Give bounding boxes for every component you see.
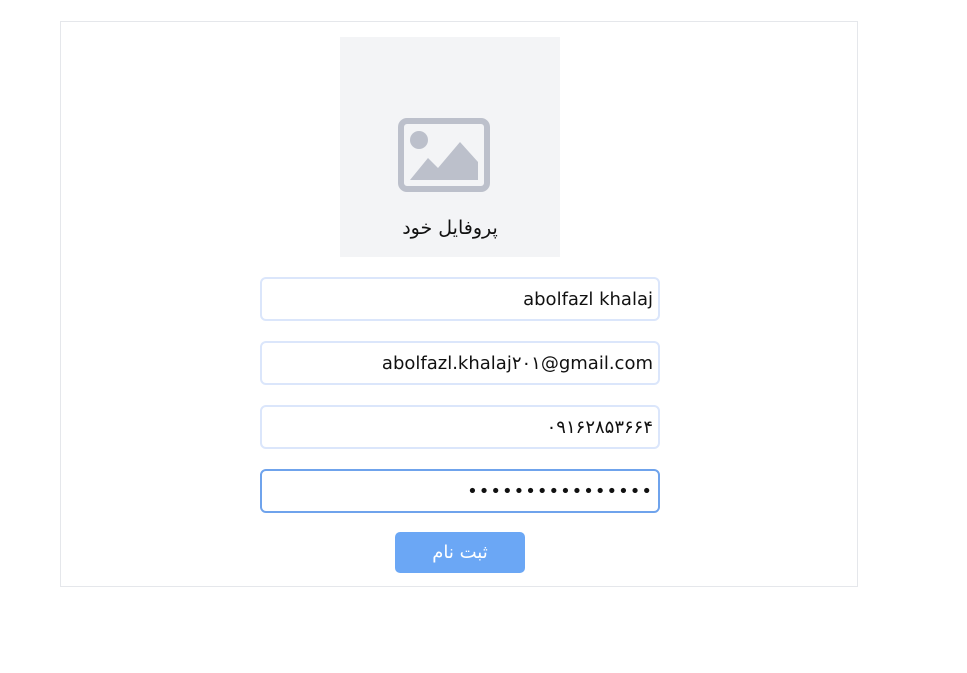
email-field[interactable] <box>260 341 660 385</box>
register-button[interactable]: ثبت نام <box>395 532 525 573</box>
phone-field[interactable] <box>260 405 660 449</box>
profile-image-upload[interactable]: پروفایل خود <box>340 37 560 257</box>
password-field[interactable] <box>260 469 660 513</box>
profile-label: پروفایل خود <box>402 217 498 239</box>
profile-card: پروفایل خود ثبت نام <box>60 21 858 587</box>
name-field[interactable] <box>260 277 660 321</box>
image-placeholder-icon <box>398 118 490 196</box>
